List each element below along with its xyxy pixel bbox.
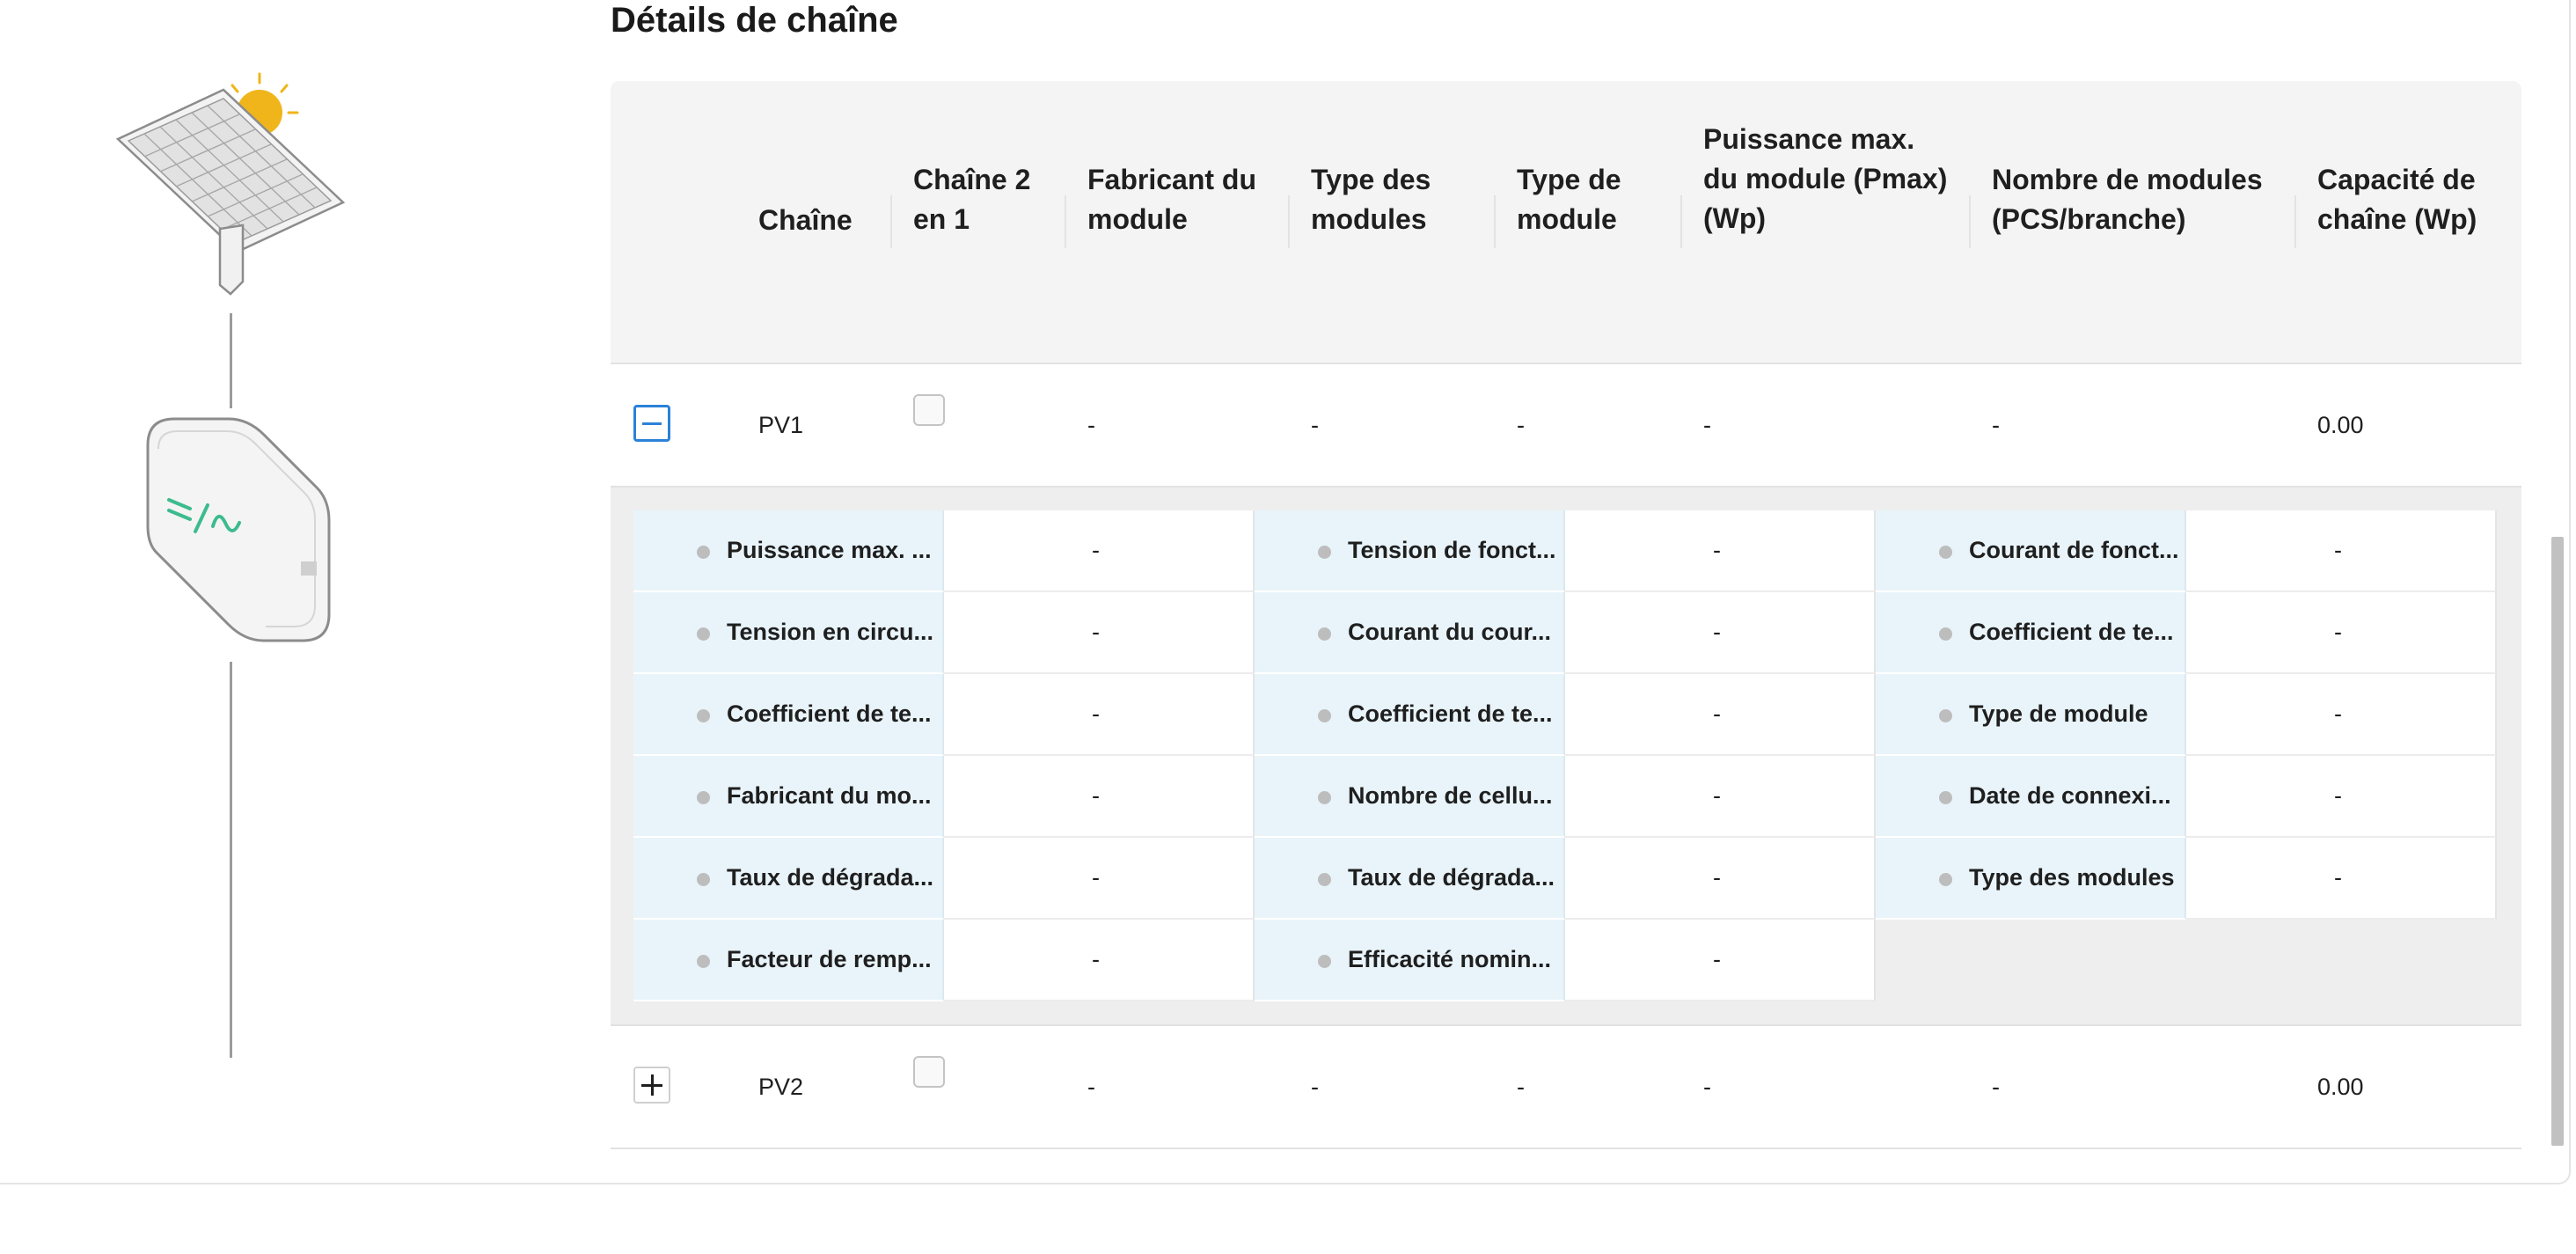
detail-value: - bbox=[1565, 756, 1876, 838]
bullet-icon bbox=[1318, 627, 1331, 641]
bullet-icon bbox=[1318, 791, 1331, 804]
detail-label: Coefficient de te... bbox=[1255, 674, 1565, 756]
bullet-icon bbox=[697, 791, 710, 804]
table-header: Chaîne Chaîne 2 en 1 Fabricant du module T… bbox=[611, 81, 2521, 364]
detail-label: Taux de dégrada... bbox=[1255, 838, 1565, 920]
two-in-one-checkbox[interactable] bbox=[913, 1056, 945, 1088]
bullet-icon bbox=[1318, 546, 1331, 559]
detail-value: - bbox=[944, 920, 1255, 1001]
module-type-value: - bbox=[1517, 1074, 1525, 1100]
connector-line bbox=[230, 662, 232, 1058]
pmax-value: - bbox=[1703, 412, 1711, 438]
detail-value: - bbox=[2186, 510, 2497, 592]
col-header-capacity: Capacité de chaîne (Wp) bbox=[2317, 164, 2477, 235]
detail-value: - bbox=[944, 756, 1255, 838]
detail-value: - bbox=[2186, 674, 2497, 756]
modules-count-value: - bbox=[1992, 412, 2000, 438]
detail-value: - bbox=[1565, 510, 1876, 592]
topology-diagram bbox=[106, 70, 352, 1065]
bullet-icon bbox=[697, 627, 710, 641]
bullet-icon bbox=[697, 546, 710, 559]
bullet-icon bbox=[697, 873, 710, 886]
manufacturer-value: - bbox=[1087, 412, 1095, 438]
detail-value: - bbox=[2186, 756, 2497, 838]
connector-line bbox=[230, 313, 232, 408]
bullet-icon bbox=[1939, 873, 1952, 886]
detail-value: - bbox=[944, 674, 1255, 756]
modules-type-value: - bbox=[1311, 412, 1319, 438]
detail-label: Type de module bbox=[1876, 674, 2186, 756]
detail-label: Type des modules bbox=[1876, 838, 2186, 920]
capacity-value: 0.00 bbox=[2317, 412, 2364, 438]
string-details-table: Chaîne Chaîne 2 en 1 Fabricant du module T… bbox=[611, 81, 2521, 1149]
col-header-string: Chaîne bbox=[758, 204, 853, 236]
table-row: PV2 - - - - - 0.00 bbox=[611, 1026, 2521, 1149]
detail-label: Fabricant du mo... bbox=[633, 756, 944, 838]
table-row: PV1 - - - - - 0.00 bbox=[611, 364, 2521, 488]
manufacturer-value: - bbox=[1087, 1074, 1095, 1100]
detail-label: Nombre de cellu... bbox=[1255, 756, 1565, 838]
detail-value: - bbox=[2186, 838, 2497, 920]
detail-value: - bbox=[944, 838, 1255, 920]
detail-value: - bbox=[1565, 838, 1876, 920]
detail-value: - bbox=[1565, 674, 1876, 756]
col-header-two-in-one: Chaîne 2 en 1 bbox=[913, 164, 1031, 235]
detail-label: Facteur de remp... bbox=[633, 920, 944, 1001]
details-grid: Puissance max. ... - Tension de fonct...… bbox=[633, 510, 2499, 1001]
detail-label: Tension en circu... bbox=[633, 592, 944, 674]
string-name: PV1 bbox=[758, 412, 804, 438]
bullet-icon bbox=[1939, 627, 1952, 641]
bullet-icon bbox=[1318, 709, 1331, 722]
bullet-icon bbox=[1939, 709, 1952, 722]
module-type-value: - bbox=[1517, 412, 1525, 438]
detail-label: Tension de fonct... bbox=[1255, 510, 1565, 592]
modules-type-value: - bbox=[1311, 1074, 1319, 1100]
col-header-module-type: Type de module bbox=[1517, 164, 1621, 235]
detail-label: Coefficient de te... bbox=[1876, 592, 2186, 674]
bullet-icon bbox=[1939, 546, 1952, 559]
capacity-value: 0.00 bbox=[2317, 1074, 2364, 1100]
detail-label: Courant du cour... bbox=[1255, 592, 1565, 674]
detail-value: - bbox=[1565, 592, 1876, 674]
detail-value: - bbox=[1565, 920, 1876, 1001]
bullet-icon bbox=[1939, 791, 1952, 804]
detail-value: - bbox=[944, 510, 1255, 592]
detail-value: - bbox=[2186, 592, 2497, 674]
vertical-scrollbar[interactable] bbox=[2551, 537, 2564, 1146]
detail-label: Courant de fonct... bbox=[1876, 510, 2186, 592]
detail-label: Coefficient de te... bbox=[633, 674, 944, 756]
detail-label: Taux de dégrada... bbox=[633, 838, 944, 920]
col-header-modules-type: Type des modules bbox=[1311, 164, 1431, 235]
modules-count-value: - bbox=[1992, 1074, 2000, 1100]
collapse-toggle-icon[interactable] bbox=[633, 405, 670, 442]
pmax-value: - bbox=[1703, 1074, 1711, 1100]
inverter-icon bbox=[146, 417, 331, 642]
pv1-details-panel: Puissance max. ... - Tension de fonct...… bbox=[611, 488, 2521, 1026]
detail-label: Date de connexi... bbox=[1876, 756, 2186, 838]
bullet-icon bbox=[1318, 873, 1331, 886]
solar-panel-icon bbox=[115, 72, 346, 296]
bullet-icon bbox=[697, 955, 710, 968]
string-name: PV2 bbox=[758, 1074, 804, 1100]
col-header-pmax: Puissance max. du module (Pmax) (Wp) bbox=[1703, 123, 1948, 234]
two-in-one-checkbox[interactable] bbox=[913, 394, 945, 426]
col-header-modules-count: Nombre de modules (PCS/branche) bbox=[1992, 164, 2263, 235]
detail-label: Puissance max. ... bbox=[633, 510, 944, 592]
expand-toggle-icon[interactable] bbox=[633, 1067, 670, 1104]
detail-label: Efficacité nomin... bbox=[1255, 920, 1565, 1001]
detail-value: - bbox=[944, 592, 1255, 674]
bullet-icon bbox=[697, 709, 710, 722]
bullet-icon bbox=[1318, 955, 1331, 968]
section-title: Détails de chaîne bbox=[611, 1, 898, 40]
col-header-manufacturer: Fabricant du module bbox=[1087, 164, 1257, 235]
